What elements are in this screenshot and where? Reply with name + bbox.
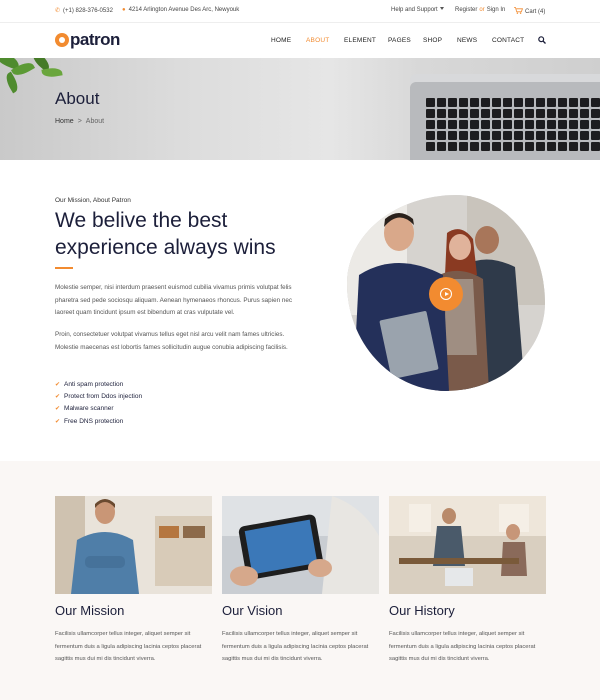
nav-news[interactable]: NEWS [457, 37, 477, 44]
phone-contact[interactable]: ✆ (+1) 828-376-0532 [55, 7, 113, 14]
register-link[interactable]: Register [455, 7, 477, 13]
feature-label: Anti spam protection [64, 380, 124, 388]
nav-contact[interactable]: CONTACT [492, 37, 524, 44]
keyboard-image [426, 98, 600, 153]
check-icon: ✔ [55, 381, 61, 388]
card-title-vision: Our Vision [222, 603, 283, 618]
play-icon [440, 288, 452, 300]
or-text: or [479, 7, 485, 13]
top-bar: ✆ (+1) 828-376-0532 ● 4214 Arlington Avenu… [0, 0, 600, 22]
feature-list: ✔ Anti spam protection ✔ Protect from Ddos… [55, 378, 142, 427]
sign-in-link[interactable]: Sign In [487, 7, 506, 13]
check-icon: ✔ [55, 393, 61, 400]
address-contact: ● 4214 Arlington Avenue Des Arc, Newyouk [122, 7, 239, 13]
cart-icon [514, 7, 524, 14]
nav-about[interactable]: ABOUT [306, 37, 329, 44]
about-paragraph-1: Molestie semper, nisi interdum praesent … [55, 284, 292, 316]
nav-home[interactable]: HOME [271, 37, 291, 44]
history-image [389, 496, 546, 594]
plant-leaf-image [41, 66, 63, 79]
phone-icon: ✆ [55, 8, 61, 14]
phone-number: (+1) 828-376-0532 [63, 8, 113, 14]
card-text-vision: Facilisis ullamcorper tellus integer, al… [222, 631, 369, 662]
account-links: Register or Sign In [455, 7, 505, 13]
feature-item: ✔ Malware scanner [55, 403, 142, 415]
check-icon: ✔ [55, 418, 61, 425]
main-navbar: patron HOME ABOUT ELEMENT PAGES SHOP NEW… [0, 22, 600, 58]
about-paragraph-2: Proin, consectetuer volutpat vivamus tel… [55, 331, 288, 351]
brand-logo[interactable]: patron [55, 30, 120, 49]
section-kicker: Our Mission, About Patron [55, 197, 131, 204]
search-icon[interactable] [538, 36, 546, 44]
feature-item: ✔ Protect from Ddos injection [55, 390, 142, 402]
chevron-down-icon [439, 7, 444, 10]
address-text: 4214 Arlington Avenue Des Arc, Newyouk [128, 7, 240, 13]
card-title-history: Our History [389, 603, 455, 618]
breadcrumb-home[interactable]: Home [55, 118, 74, 125]
brand-name: patron [70, 30, 120, 49]
feature-label: Malware scanner [64, 405, 114, 413]
mission-image [55, 496, 212, 594]
page-banner: About Home > About [0, 58, 600, 160]
nav-element[interactable]: ELEMENT [344, 37, 376, 44]
breadcrumb-separator: > [77, 118, 82, 125]
card-title-mission: Our Mission [55, 603, 125, 618]
breadcrumb-current: About [85, 118, 105, 125]
help-support-dropdown[interactable]: Help and Support [391, 7, 444, 13]
location-pin-icon: ● [122, 7, 126, 13]
cart-label: Cart (4) [525, 9, 546, 15]
page-title: About [55, 89, 100, 108]
feature-label: Protect from Ddos injection [64, 392, 143, 400]
about-headline: We belive the best experience always win… [55, 209, 276, 259]
breadcrumb: Home > About [55, 118, 104, 125]
vision-image [222, 496, 379, 594]
nav-pages[interactable]: PAGES [388, 37, 411, 44]
accent-divider [55, 267, 73, 269]
feature-item: ✔ Anti spam protection [55, 378, 142, 390]
help-support-label: Help and Support [391, 7, 438, 13]
nav-shop[interactable]: SHOP [423, 37, 442, 44]
feature-label: Free DNS protection [64, 417, 124, 425]
play-video-button[interactable] [429, 277, 463, 311]
feature-item: ✔ Free DNS protection [55, 415, 142, 427]
cart-link[interactable]: Cart (4) [514, 7, 545, 15]
check-icon: ✔ [55, 406, 61, 413]
logo-mark-icon [55, 33, 69, 47]
card-text-mission: Facilisis ullamcorper tellus integer, al… [55, 631, 202, 662]
card-text-history: Facilisis ullamcorper tellus integer, al… [389, 631, 536, 662]
